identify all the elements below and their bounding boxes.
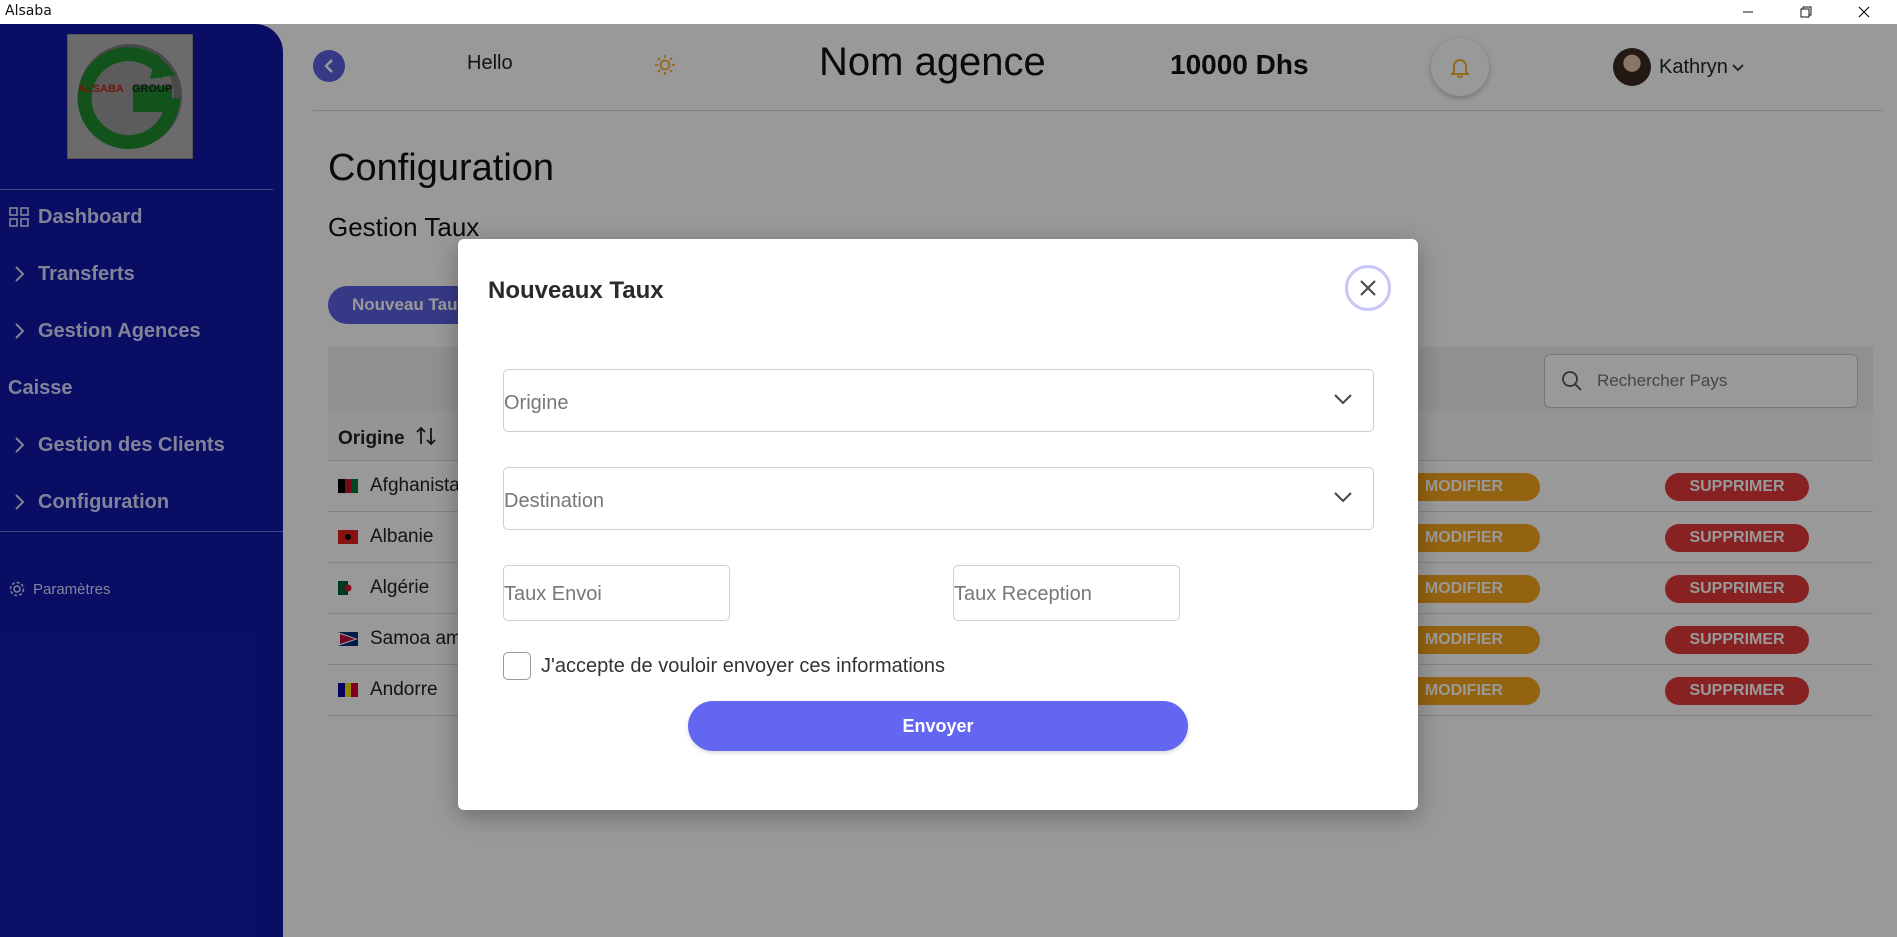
modal-title: Nouveaux Taux: [488, 277, 664, 304]
restore-button[interactable]: [1777, 0, 1835, 24]
restore-icon: [1800, 6, 1812, 18]
close-icon: [1360, 280, 1376, 296]
chevron-down-icon: [1334, 492, 1352, 503]
origin-select-placeholder: Origine: [504, 392, 569, 414]
close-window-button[interactable]: [1835, 0, 1893, 24]
receive-rate-input[interactable]: [954, 566, 1179, 620]
window-titlebar: Alsaba: [0, 0, 1897, 24]
send-rate-input[interactable]: [504, 566, 729, 620]
send-rate-field[interactable]: [503, 565, 730, 621]
minimize-icon: [1743, 11, 1753, 13]
submit-button[interactable]: Envoyer: [688, 701, 1188, 751]
receive-rate-field[interactable]: [953, 565, 1180, 621]
close-icon: [1858, 6, 1870, 18]
origin-select[interactable]: Origine: [503, 369, 1374, 432]
window-title: Alsaba: [5, 3, 52, 19]
accept-checkbox[interactable]: [503, 652, 531, 680]
new-rate-modal: Nouveaux Taux Origine Destination J'acce…: [458, 239, 1418, 810]
destination-select[interactable]: Destination: [503, 467, 1374, 530]
chevron-down-icon: [1334, 394, 1352, 405]
accept-checkbox-label: J'accepte de vouloir envoyer ces informa…: [541, 655, 946, 677]
modal-close-button[interactable]: [1345, 265, 1391, 311]
minimize-button[interactable]: [1719, 0, 1777, 24]
destination-select-placeholder: Destination: [504, 490, 605, 512]
